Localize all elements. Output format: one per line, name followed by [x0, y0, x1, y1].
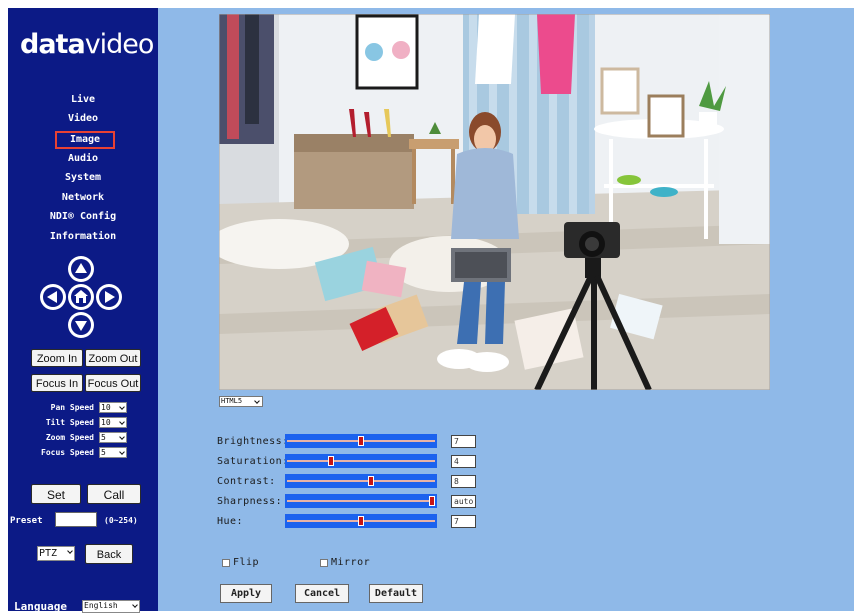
mirror-checkbox[interactable]: [320, 559, 328, 567]
saturation-value: 4: [451, 455, 476, 468]
sidebar: datavideo Live Video Image Audio System …: [8, 8, 158, 613]
set-preset-button[interactable]: Set: [31, 484, 81, 504]
mirror-label: Mirror: [331, 557, 371, 568]
zoom-speed-label: Zoom Speed: [45, 433, 94, 442]
brightness-slider[interactable]: [285, 434, 437, 448]
focus-in-button[interactable]: Focus In: [31, 374, 83, 392]
tilt-speed-select[interactable]: 10: [99, 417, 127, 428]
contrast-thumb[interactable]: [368, 476, 374, 486]
saturation-label: Saturation:: [217, 456, 289, 467]
nav-video[interactable]: Video: [8, 112, 158, 126]
nav-system[interactable]: System: [8, 171, 158, 185]
contrast-slider[interactable]: [285, 474, 437, 488]
pan-speed-label: Pan Speed: [50, 403, 94, 412]
default-button[interactable]: Default: [369, 584, 423, 603]
camera-video-preview: [219, 14, 770, 390]
back-button[interactable]: Back: [85, 544, 133, 564]
home-icon[interactable]: [68, 284, 94, 310]
focus-speed-select[interactable]: 5: [99, 447, 127, 458]
contrast-label: Contrast:: [217, 476, 276, 487]
sharpness-thumb[interactable]: [429, 496, 435, 506]
hue-value: 7: [451, 515, 476, 528]
apply-button[interactable]: Apply: [220, 584, 272, 603]
hue-slider[interactable]: [285, 514, 437, 528]
flip-checkbox[interactable]: [222, 559, 230, 567]
nav-live[interactable]: Live: [8, 93, 158, 107]
contrast-value: 8: [451, 475, 476, 488]
nav-audio[interactable]: Audio: [8, 152, 158, 166]
brightness-label: Brightness:: [217, 436, 289, 447]
pan-right-arrow-icon[interactable]: [96, 284, 122, 310]
preset-label: Preset: [10, 516, 43, 526]
saturation-thumb[interactable]: [328, 456, 334, 466]
hue-thumb[interactable]: [358, 516, 364, 526]
nav-ndi-config[interactable]: NDI® Config: [8, 210, 158, 224]
sharpness-value: auto: [451, 495, 476, 508]
brightness-thumb[interactable]: [358, 436, 364, 446]
saturation-slider[interactable]: [285, 454, 437, 468]
flip-label: Flip: [233, 557, 260, 568]
nav-image[interactable]: Image: [55, 131, 115, 149]
nav-information[interactable]: Information: [8, 230, 158, 244]
focus-speed-label: Focus Speed: [41, 448, 94, 457]
tilt-speed-label: Tilt Speed: [45, 418, 94, 427]
tilt-down-arrow-icon[interactable]: [68, 312, 94, 338]
datavideo-logo: datavideo: [20, 29, 154, 60]
language-select[interactable]: English: [82, 600, 140, 613]
zoom-in-button[interactable]: Zoom In: [31, 349, 83, 367]
player-mode-select[interactable]: HTML5: [219, 396, 263, 407]
call-preset-button[interactable]: Call: [87, 484, 141, 504]
preset-range-label: (0~254): [104, 516, 138, 525]
pan-speed-select[interactable]: 10: [99, 402, 127, 413]
focus-out-button[interactable]: Focus Out: [85, 374, 141, 392]
cancel-button[interactable]: Cancel: [295, 584, 349, 603]
zoom-speed-select[interactable]: 5: [99, 432, 127, 443]
sharpness-slider[interactable]: [285, 494, 437, 508]
pan-left-arrow-icon[interactable]: [40, 284, 66, 310]
sharpness-label: Sharpness:: [217, 496, 283, 507]
hue-label: Hue:: [217, 516, 244, 527]
language-label: Language: [14, 600, 67, 613]
main-panel: HTML5 Brightness: 7 Saturation: 4 Contra…: [158, 8, 854, 611]
nav-network[interactable]: Network: [8, 191, 158, 205]
control-mode-select[interactable]: PTZ: [37, 546, 75, 561]
preset-input[interactable]: [55, 512, 97, 527]
brightness-value: 7: [451, 435, 476, 448]
tilt-up-arrow-icon[interactable]: [68, 256, 94, 282]
zoom-out-button[interactable]: Zoom Out: [85, 349, 141, 367]
